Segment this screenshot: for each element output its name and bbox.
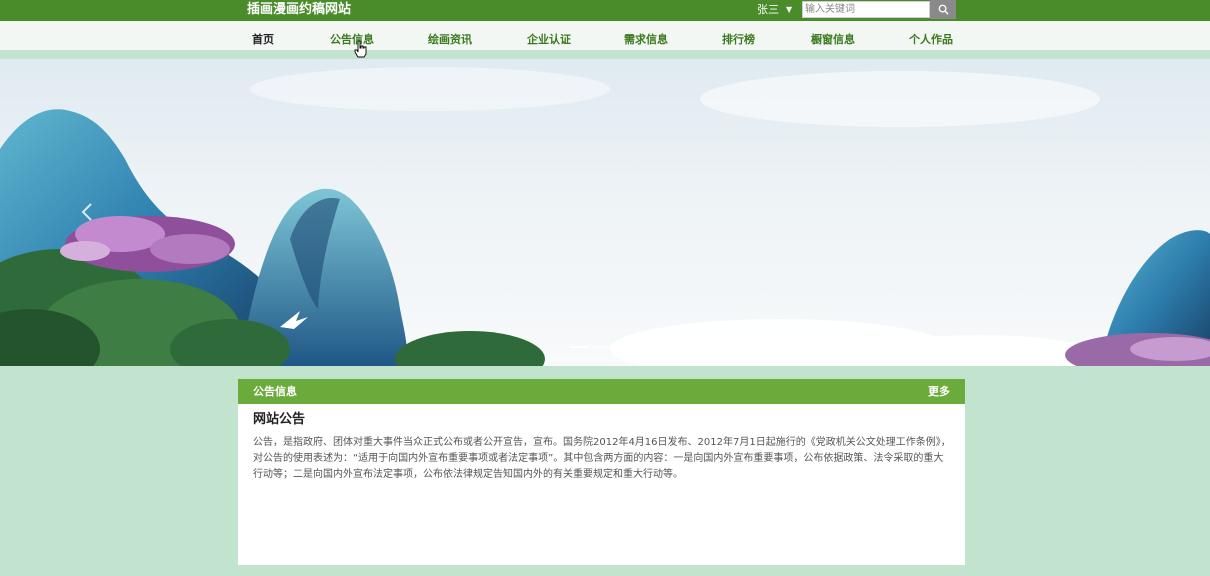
nav-item-ranking[interactable]: 排行榜 xyxy=(722,33,755,46)
notice-title[interactable]: 网站公告 xyxy=(253,412,305,428)
main-nav: 首页 公告信息 绘画资讯 企业认证 需求信息 排行榜 橱窗信息 个人作品 xyxy=(0,21,1210,55)
chevron-left-icon xyxy=(81,203,92,221)
nav-item-demand-info[interactable]: 需求信息 xyxy=(624,33,668,46)
search-icon xyxy=(938,4,949,15)
nav-item-enterprise-certification[interactable]: 企业认证 xyxy=(527,33,571,46)
carousel-indicator-1[interactable] xyxy=(570,346,589,348)
nav-item-painting-news[interactable]: 绘画资讯 xyxy=(428,33,472,46)
site-title[interactable]: 插画漫画约稿网站 xyxy=(247,2,351,18)
search-button[interactable] xyxy=(930,0,956,19)
carousel-indicator-3[interactable] xyxy=(616,346,635,348)
panel-title: 公告信息 xyxy=(253,385,297,398)
notice-body: 公告，是指政府、团体对重大事件当众正式公布或者公开宣告，宣布。国务院2012年4… xyxy=(253,437,951,480)
carousel-prev-button[interactable] xyxy=(80,202,94,222)
nav-item-personal-works[interactable]: 个人作品 xyxy=(909,33,953,46)
banner-illustration xyxy=(0,67,1210,366)
search-input[interactable] xyxy=(802,1,930,18)
nav-item-home[interactable]: 首页 xyxy=(252,33,274,46)
carousel-indicators xyxy=(570,346,635,348)
caret-down-icon[interactable]: ▼ xyxy=(786,2,792,18)
user-menu[interactable]: 张三 xyxy=(757,2,779,18)
announcement-panel: 公告信息 更多 网站公告 公告，是指政府、团体对重大事件当众正式公布或者公开宣告… xyxy=(238,379,965,565)
panel-header: 公告信息 更多 xyxy=(238,379,965,404)
more-link[interactable]: 更多 xyxy=(928,385,950,398)
carousel-indicator-2[interactable] xyxy=(593,346,612,348)
banner-carousel[interactable] xyxy=(0,59,1210,366)
nav-item-announcements[interactable]: 公告信息 xyxy=(330,33,374,46)
top-bar: 插画漫画约稿网站 张三 ▼ xyxy=(0,0,1210,21)
nav-item-showcase[interactable]: 橱窗信息 xyxy=(811,33,855,46)
